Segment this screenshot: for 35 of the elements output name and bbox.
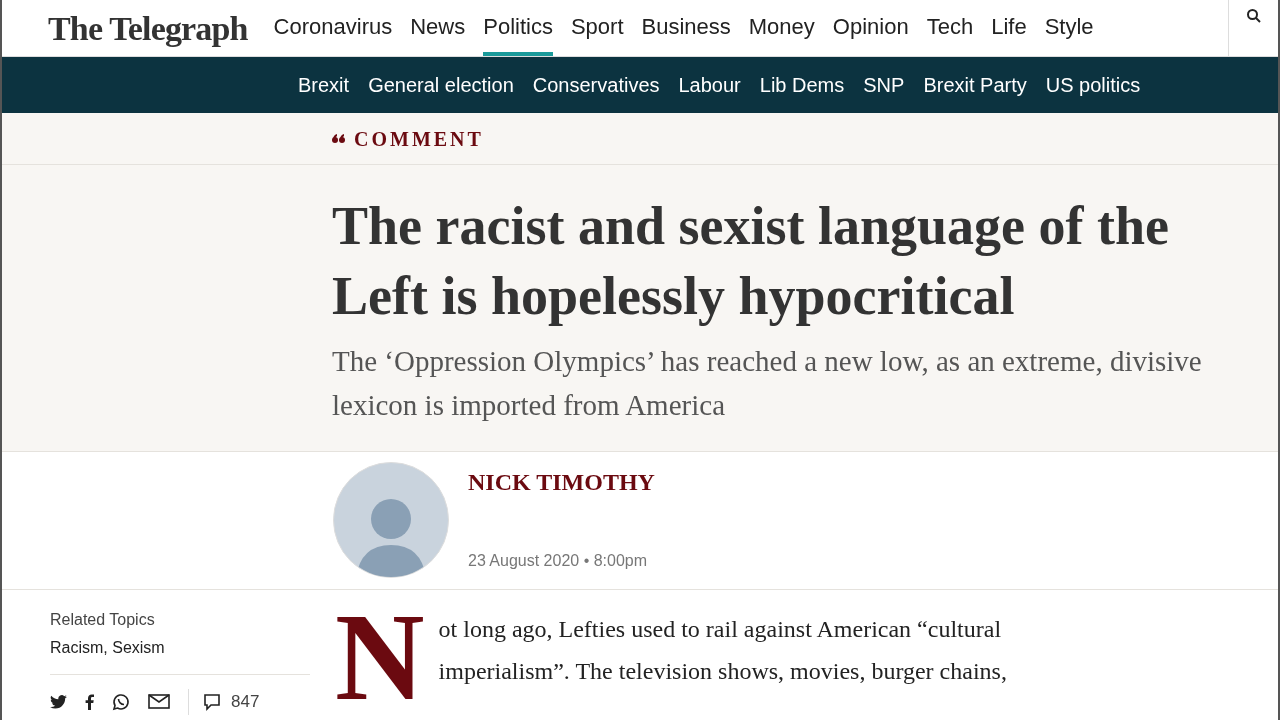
site-logo[interactable]: The Telegraph — [48, 2, 248, 54]
related-topics-heading: Related Topics — [50, 610, 156, 630]
section-label[interactable]: COMMENT — [354, 123, 484, 154]
subnav-link[interactable]: Lib Dems — [759, 70, 845, 100]
subnav-link[interactable]: General election — [368, 70, 514, 100]
publish-date: 23 August 2020 • 8:00pm — [468, 551, 649, 571]
related-topics-links[interactable]: Racism, Sexism — [50, 636, 310, 660]
bird-icon[interactable] — [50, 694, 67, 709]
f-letter-icon[interactable] — [85, 693, 94, 710]
subnav-link[interactable]: US politics — [1045, 70, 1141, 100]
subnav-link[interactable]: Brexit — [298, 70, 350, 100]
nav-tab[interactable]: Opinion — [832, 0, 909, 56]
subnav-link[interactable]: Labour — [678, 70, 741, 100]
nav-tab[interactable]: Coronavirus — [273, 0, 393, 56]
subnav-link[interactable]: SNP — [863, 70, 905, 100]
nav-tab[interactable]: Life — [991, 0, 1027, 56]
author-name[interactable]: NICK TIMOTHY — [468, 464, 655, 500]
article-standfirst: The ‘Oppression Olympics’ has reached a new low, as an extreme, divisive lexicon is imported from America — [332, 344, 1203, 423]
envelope-icon[interactable] — [148, 694, 170, 710]
phone-bubble-icon[interactable] — [112, 692, 130, 711]
drop-cap: N — [335, 612, 425, 715]
subnav-link[interactable]: Conservatives — [532, 70, 660, 100]
comment-count[interactable]: 847 — [231, 689, 260, 715]
nav-tab[interactable]: Money — [748, 0, 815, 56]
nav-tab[interactable]: Business — [641, 0, 731, 56]
article-body-paragraph: ot long ago, Lefties used to rail against American “cultural imperialism”. The television shows, movies, burger chains, — [438, 615, 1008, 686]
nav-tab[interactable]: Sport — [570, 0, 624, 56]
speech-bubble-icon[interactable] — [203, 692, 221, 711]
subnav-link[interactable]: Brexit Party — [923, 70, 1027, 100]
article-headline: The racist and sexist language of the Left is hopelessly hypocritical — [332, 195, 1170, 328]
nav-tab[interactable]: Tech — [926, 0, 974, 56]
quote-icon — [332, 133, 346, 144]
nav-tab[interactable]: News — [410, 0, 466, 56]
search-icon[interactable] — [1245, 8, 1262, 24]
nav-tab[interactable]: Style — [1044, 0, 1094, 56]
